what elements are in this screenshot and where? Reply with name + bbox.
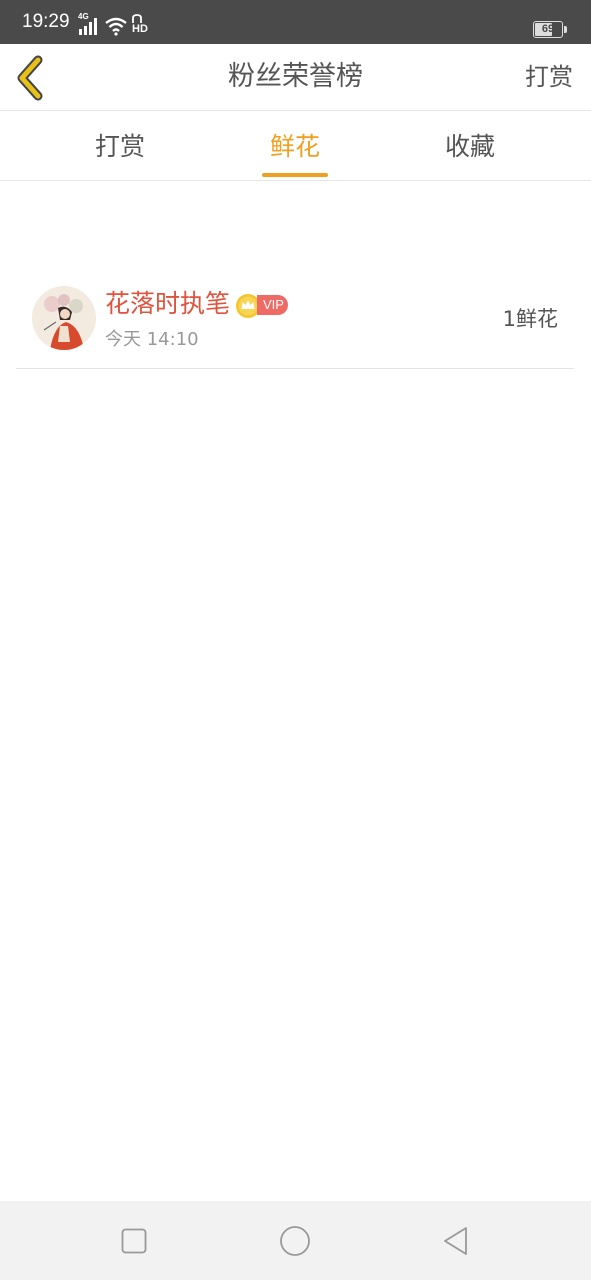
- header: 粉丝荣誉榜 打赏: [0, 44, 591, 111]
- tab-label: 打赏: [94, 132, 145, 161]
- circle-icon: [280, 1226, 310, 1256]
- tab-bar: 打赏 鲜花 收藏: [0, 111, 591, 181]
- hd-indicator: HD: [132, 23, 148, 35]
- reward-button[interactable]: 打赏: [525, 58, 573, 96]
- tab-collect[interactable]: 收藏: [420, 129, 520, 181]
- system-back-button[interactable]: [436, 1221, 476, 1261]
- wifi-icon: [105, 17, 127, 36]
- status-time: 19:29: [22, 11, 70, 32]
- system-nav-bar: [0, 1201, 591, 1280]
- active-tab-indicator: [262, 173, 328, 177]
- tab-flowers[interactable]: 鲜花: [262, 129, 328, 181]
- reward-time: 今天 14:10: [105, 329, 199, 350]
- vip-badge: VIP: [257, 295, 288, 315]
- signal-icon: [79, 18, 97, 35]
- flower-amount: 1鲜花: [502, 307, 558, 331]
- avatar-image: [32, 286, 96, 350]
- page-title: 粉丝荣誉榜: [228, 61, 363, 92]
- recent-apps-button[interactable]: [114, 1221, 154, 1261]
- avatar[interactable]: [32, 286, 96, 350]
- back-button[interactable]: [8, 50, 58, 104]
- tab-label: 鲜花: [269, 132, 320, 161]
- square-icon: [121, 1228, 147, 1254]
- list-item[interactable]: 花落时执笔 VIP 今天 14:10 1鲜花: [16, 272, 574, 369]
- tab-reward[interactable]: 打赏: [70, 129, 170, 181]
- triangle-back-icon: [444, 1227, 467, 1255]
- tab-label: 收藏: [444, 132, 495, 161]
- status-bar: 19:29 4G HD 69: [0, 0, 591, 44]
- chevron-left-icon: [17, 55, 43, 101]
- home-button[interactable]: [275, 1221, 315, 1261]
- user-name: 花落时执笔: [105, 289, 231, 318]
- battery-tip: [564, 26, 567, 33]
- battery-level: 69: [541, 23, 555, 35]
